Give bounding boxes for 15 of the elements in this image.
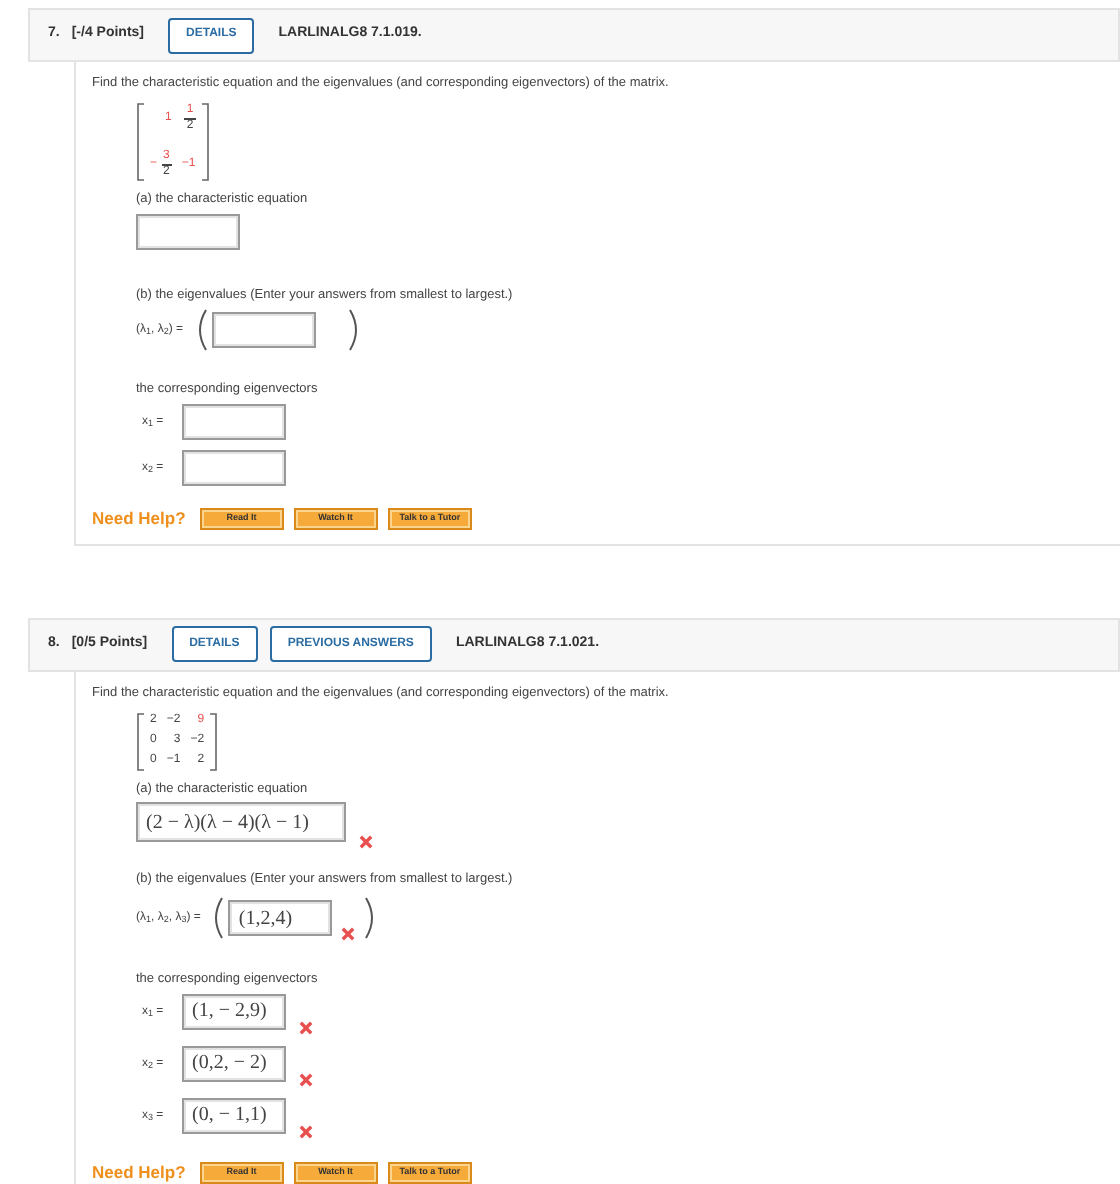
- answer-field[interactable]: (1, − 2,9): [182, 993, 286, 1030]
- answer-field[interactable]: (1,2,4): [228, 900, 333, 936]
- answer-field[interactable]: (0, − 1,1): [182, 1097, 286, 1134]
- answer-field[interactable]: [182, 450, 286, 486]
- answer-field[interactable]: [136, 213, 240, 249]
- bracket-icon: [136, 711, 144, 771]
- need-help-label: Need Help?: [92, 1159, 186, 1184]
- bracket-icon: [201, 101, 210, 182]
- answer-field[interactable]: [182, 404, 286, 440]
- bracket-icon: [136, 101, 144, 182]
- need-help-label: Need Help?: [92, 506, 186, 532]
- answer-field[interactable]: (2 − λ)(λ − 4)(λ − 1): [136, 802, 346, 843]
- answer-field[interactable]: (0,2, − 2): [182, 1045, 286, 1082]
- answer-field[interactable]: [211, 312, 316, 349]
- bracket-icon: [210, 711, 219, 771]
